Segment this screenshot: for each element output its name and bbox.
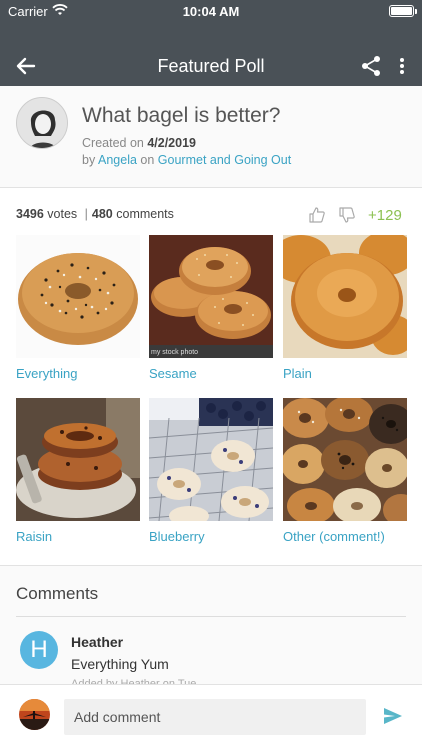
option-label[interactable]: Everything — [16, 366, 140, 381]
status-bar: Carrier 10:04 AM — [0, 0, 422, 22]
option-label[interactable]: Plain — [283, 366, 407, 381]
author-link[interactable]: Angela — [98, 153, 137, 167]
comment-avatar[interactable]: H — [20, 631, 58, 669]
add-comment-input[interactable] — [64, 699, 366, 735]
page-title: Featured Poll — [157, 56, 265, 76]
poll-score: +129 — [368, 207, 402, 224]
send-icon[interactable] — [382, 705, 404, 727]
on-word: on — [136, 153, 158, 167]
poll-byline: by Angela on Gourmet and Going Out — [82, 153, 291, 167]
current-user-avatar[interactable] — [19, 699, 50, 730]
comment-author[interactable]: Heather — [71, 634, 123, 650]
option-label[interactable]: Sesame — [149, 366, 273, 381]
option-image[interactable] — [149, 398, 273, 521]
created-date: 4/2/2019 — [147, 136, 196, 150]
poll-created: Created on 4/2/2019 — [82, 136, 196, 150]
comments-label: comments — [112, 207, 174, 221]
status-time: 10:04 AM — [182, 4, 240, 19]
thumbs-up-icon[interactable] — [308, 206, 326, 224]
option-image[interactable] — [283, 235, 407, 358]
group-link[interactable]: Gourmet and Going Out — [158, 153, 291, 167]
poll-option-blueberry[interactable]: Blueberry — [149, 398, 273, 544]
option-image[interactable] — [283, 398, 407, 521]
option-label[interactable]: Raisin — [16, 529, 140, 544]
app-header: Carrier 10:04 AM Featured Poll — [0, 0, 422, 86]
poll-option-sesame[interactable]: my stock photo Sesame — [149, 235, 273, 381]
poll-option-plain[interactable]: Plain — [283, 235, 407, 381]
more-options-icon[interactable] — [396, 54, 408, 78]
stats-separator: | — [84, 207, 88, 221]
share-icon[interactable] — [360, 54, 382, 78]
comments-divider — [16, 616, 406, 617]
by-prefix: by — [82, 153, 98, 167]
thumbs-down-icon[interactable] — [338, 206, 356, 224]
option-label[interactable]: Other (comment!) — [283, 529, 407, 544]
option-image[interactable] — [16, 398, 140, 521]
option-label[interactable]: Blueberry — [149, 529, 273, 544]
battery-icon — [389, 5, 417, 17]
poll-question: What bagel is better? — [82, 104, 281, 127]
vote-count: 3496 — [16, 207, 44, 221]
poll-option-raisin[interactable]: Raisin — [16, 398, 140, 544]
option-image[interactable]: my stock photo — [149, 235, 273, 358]
stock-photo-watermark: my stock photo — [151, 349, 198, 356]
poll-header: What bagel is better? Created on 4/2/201… — [0, 86, 422, 188]
comment-count: 480 — [91, 207, 113, 221]
option-image[interactable] — [16, 235, 140, 358]
comment-composer — [0, 684, 422, 750]
author-avatar[interactable] — [16, 97, 68, 149]
poll-stats: 3496 votes | 480 comments — [16, 207, 174, 221]
comments-heading: Comments — [16, 584, 99, 603]
comment-text: Everything Yum — [71, 656, 169, 672]
nav-bar: Featured Poll — [0, 46, 422, 86]
votes-label: votes — [43, 207, 78, 221]
poll-option-other[interactable]: Other (comment!) — [283, 398, 407, 544]
poll-option-everything[interactable]: Everything — [16, 235, 140, 381]
created-prefix: Created on — [82, 136, 148, 150]
